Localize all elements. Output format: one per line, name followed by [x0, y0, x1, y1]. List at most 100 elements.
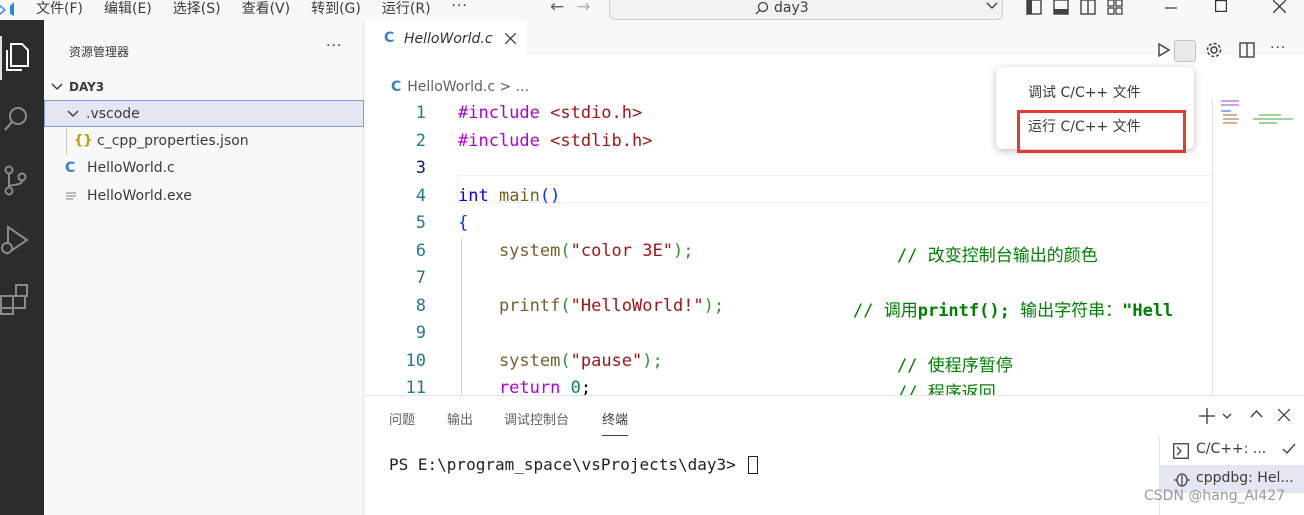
- forward-arrow-icon[interactable]: →: [576, 0, 590, 17]
- menu-selection[interactable]: 选择(S): [173, 0, 221, 18]
- chevron-down-icon: [67, 110, 79, 118]
- minimap-preview: [1221, 100, 1293, 124]
- maximize-icon[interactable]: [1215, 0, 1227, 12]
- extensions-icon: [0, 284, 28, 315]
- folder-root-day3[interactable]: DAY3: [44, 73, 364, 100]
- terminal-item-label: cppdbg: Hel...: [1196, 470, 1294, 486]
- search-activity[interactable]: [0, 98, 44, 142]
- bracket: );: [642, 351, 663, 371]
- code-comment: // 改变控制台输出的颜色: [897, 246, 1098, 266]
- minimap[interactable]: [1212, 100, 1304, 395]
- customize-layout-icon[interactable]: [1107, 0, 1123, 16]
- activity-bar: [0, 20, 44, 515]
- line-number: 1: [415, 103, 426, 123]
- function-name: printf: [458, 296, 561, 316]
- code-line-10[interactable]: system("pause");: [458, 351, 663, 371]
- code-line-4[interactable]: int main(): [458, 186, 560, 206]
- terminal-output[interactable]: PS E:\program_space\vsProjects\day3>: [389, 455, 759, 474]
- run-play-icon[interactable]: [1158, 43, 1170, 57]
- bracket: (: [560, 351, 571, 371]
- more-actions-icon[interactable]: ···: [1270, 40, 1286, 56]
- tab-output[interactable]: 输出: [447, 409, 473, 428]
- tree-item-vscode-folder[interactable]: .vscode: [44, 100, 364, 127]
- code-line-6[interactable]: system("color 3E");: [458, 241, 694, 261]
- back-arrow-icon[interactable]: ←: [550, 0, 564, 17]
- close-window-icon[interactable]: [1273, 0, 1286, 13]
- source-control-activity[interactable]: [0, 158, 44, 202]
- terminal-cursor: [748, 456, 759, 474]
- extensions-activity[interactable]: [0, 278, 44, 322]
- menu-file[interactable]: 文件(F): [36, 0, 83, 18]
- debug-bug-icon: [1174, 473, 1190, 487]
- line-number: 4: [415, 186, 426, 206]
- tree-item-c-cpp-properties[interactable]: {} c_cpp_properties.json: [44, 128, 364, 155]
- highlight-annotation-box: [1017, 110, 1186, 153]
- string-literal: "HelloWorld!": [570, 296, 704, 316]
- layout-controls: [1026, 0, 1123, 16]
- new-terminal-plus-icon[interactable]: [1199, 408, 1215, 424]
- explorer-activity[interactable]: [0, 36, 44, 80]
- indent-guide: [461, 238, 462, 395]
- file-lines-icon: [66, 192, 76, 200]
- tree-item-label: c_cpp_properties.json: [97, 133, 249, 149]
- explorer-more-actions[interactable]: ···: [326, 38, 342, 54]
- search-icon: [755, 1, 769, 15]
- preprocessor-token: #include: [458, 103, 540, 123]
- tree-item-helloworld-exe[interactable]: HelloWorld.exe: [44, 183, 364, 210]
- toggle-secondary-sidebar-icon[interactable]: [1080, 0, 1096, 16]
- menu-edit[interactable]: 编辑(E): [104, 0, 152, 18]
- line-number: 6: [415, 241, 426, 261]
- tab-label: HelloWorld.c: [404, 31, 493, 47]
- bracket: (): [539, 186, 561, 206]
- json-file-icon: {}: [74, 133, 93, 148]
- close-panel-icon[interactable]: [1278, 409, 1290, 421]
- code-line-2[interactable]: #include <stdlib.h>: [458, 131, 652, 151]
- run-debug-activity[interactable]: [0, 218, 44, 262]
- menu-item-debug-cpp[interactable]: 调试 C/C++ 文件: [1028, 82, 1141, 102]
- tree-item-helloworld-c[interactable]: C HelloWorld.c: [44, 155, 364, 182]
- chevron-down-icon[interactable]: [986, 2, 998, 10]
- chevron-down-icon[interactable]: [1222, 413, 1232, 420]
- code-comment: // 程序返回: [897, 383, 996, 395]
- include-path: <stdio.h>: [539, 103, 643, 123]
- bracket: {: [458, 213, 469, 233]
- search-icon: [4, 107, 27, 131]
- maximize-panel-icon[interactable]: [1250, 410, 1263, 418]
- function-name: system: [458, 351, 561, 371]
- bracket: (: [560, 296, 571, 316]
- line-number: 5: [415, 213, 426, 233]
- menu-bar: 文件(F) 编辑(E) 选择(S) 查看(V) 转到(G) 运行(R) ···: [36, 0, 489, 18]
- command-center-search[interactable]: day3: [609, 0, 1003, 20]
- menu-go[interactable]: 转到(G): [311, 0, 361, 18]
- tab-terminal[interactable]: 终端: [602, 409, 629, 436]
- breadcrumb-path[interactable]: HelloWorld.c > ...: [407, 79, 529, 95]
- vscode-logo-icon: [0, 2, 14, 16]
- menu-run[interactable]: 运行(R): [382, 0, 431, 18]
- menu-more[interactable]: ···: [452, 0, 468, 18]
- code-line-1[interactable]: #include <stdio.h>: [458, 103, 642, 123]
- code-line-5[interactable]: {: [458, 213, 468, 233]
- string-literal: "color 3E": [570, 241, 673, 261]
- line-number: 8: [415, 296, 426, 316]
- tab-problems[interactable]: 问题: [389, 409, 415, 428]
- minimize-icon[interactable]: [1165, 7, 1177, 9]
- tab-debug-console[interactable]: 调试控制台: [504, 409, 569, 428]
- code-line-11[interactable]: return 0;: [458, 378, 591, 395]
- tab-helloworld-c[interactable]: C HelloWorld.c: [364, 20, 527, 55]
- menu-view[interactable]: 查看(V): [242, 0, 291, 18]
- string-literal: "pause": [570, 351, 643, 371]
- line-number: 10: [405, 351, 426, 371]
- watermark: CSDN @hang_AI427: [1144, 488, 1286, 504]
- bracket: );: [672, 241, 694, 261]
- terminal-item-cpp[interactable]: C/C++: ...: [1160, 436, 1304, 464]
- toggle-panel-icon[interactable]: [1053, 0, 1069, 16]
- type-keyword: int: [458, 186, 489, 206]
- close-icon[interactable]: [505, 33, 516, 44]
- gear-icon[interactable]: [1205, 41, 1223, 59]
- run-debug-icon: [1, 225, 29, 255]
- root-folder-label: DAY3: [69, 80, 105, 94]
- code-line-8[interactable]: printf("HelloWorld!");: [458, 296, 724, 316]
- toggle-primary-sidebar-icon[interactable]: [1026, 0, 1042, 16]
- split-editor-icon[interactable]: [1239, 42, 1255, 58]
- run-dropdown-button[interactable]: [1174, 40, 1196, 62]
